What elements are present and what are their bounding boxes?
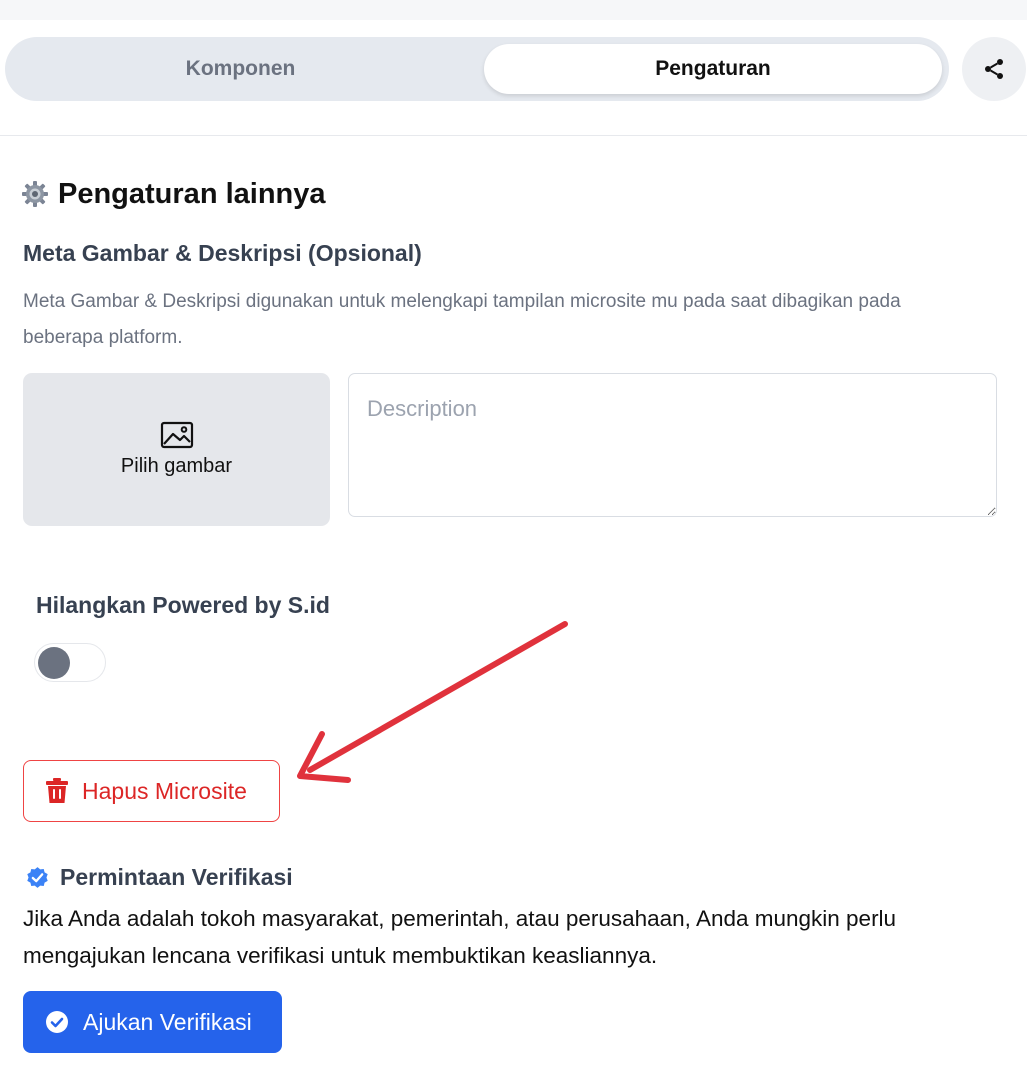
share-button[interactable] (962, 37, 1026, 101)
verification-title-text: Permintaan Verifikasi (60, 863, 293, 890)
annotation-arrow (297, 621, 568, 783)
verification-button-label: Ajukan Verifikasi (83, 1008, 252, 1035)
share-icon (985, 59, 1003, 79)
image-picker-label: Pilih gambar (120, 455, 233, 477)
tab-komponen[interactable]: Komponen (12, 44, 469, 94)
powered-by-toggle[interactable] (34, 643, 106, 682)
settings-page: Komponen Pengaturan Pengaturan lainnya M… (0, 0, 1027, 1080)
image-picker[interactable]: Pilih gambar (23, 373, 330, 526)
gear-icon (22, 181, 48, 207)
image-icon (160, 421, 193, 449)
section-title: Pengaturan lainnya (22, 172, 326, 216)
tab-pengaturan[interactable]: Pengaturan (484, 44, 942, 94)
header-divider (0, 135, 1027, 136)
delete-microsite-button[interactable]: Hapus Microsite (23, 760, 280, 822)
check-circle-icon (46, 1011, 68, 1033)
delete-button-label: Hapus Microsite (82, 777, 247, 804)
meta-title: Meta Gambar & Deskripsi (Opsional) (23, 240, 422, 266)
verification-description: Jika Anda adalah tokoh masyarakat, pemer… (23, 906, 897, 968)
toggle-knob (38, 647, 70, 679)
request-verification-button[interactable]: Ajukan Verifikasi (23, 991, 282, 1053)
verified-badge-icon (27, 866, 48, 888)
section-title-text: Pengaturan lainnya (58, 177, 326, 210)
description-field[interactable] (348, 373, 997, 517)
meta-description: Meta Gambar & Deskripsi digunakan untuk … (23, 291, 901, 348)
top-strip (0, 0, 1027, 20)
trash-icon (46, 778, 68, 803)
tab-bar: Komponen Pengaturan (5, 37, 949, 101)
verification-title: Permintaan Verifikasi (25, 862, 293, 892)
